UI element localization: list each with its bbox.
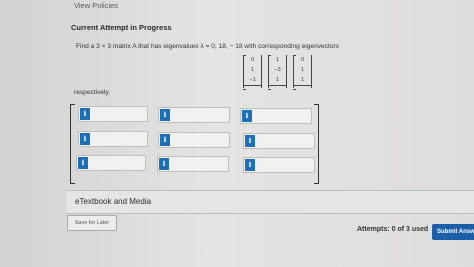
vector-entry: 1 — [275, 57, 280, 63]
vector-entry: −3 — [274, 67, 281, 73]
eigenvector-3: 0 1 1 — [293, 55, 312, 120]
attempts-counter: Attempts: 0 of 3 used — [357, 226, 429, 233]
info-icon[interactable]: i — [242, 110, 252, 122]
info-icon[interactable]: i — [78, 157, 88, 169]
matrix-cell-1-3[interactable]: i — [240, 108, 312, 124]
matrix-cell-1-1[interactable]: i — [78, 106, 148, 122]
info-icon[interactable]: i — [80, 133, 90, 145]
matrix-cell-2-2[interactable]: i — [158, 132, 230, 148]
matrix-cell-1-2[interactable]: i — [158, 107, 230, 123]
eigenvector-2: 1 −3 1 — [268, 55, 287, 120]
vector-entry: 1 — [250, 67, 255, 73]
matrix-cell-3-1[interactable]: i — [76, 155, 146, 171]
info-icon[interactable]: i — [160, 109, 170, 121]
vector-entry: 1 — [275, 77, 280, 83]
matrix-cell-3-2[interactable]: i — [157, 156, 229, 172]
eigenvector-1: 0 1 −1 — [243, 55, 262, 120]
etextbook-label[interactable]: eTextbook and Media — [75, 197, 151, 206]
question-text: Find a 3 × 3 matrix A that has eigenvalu… — [76, 43, 339, 50]
matrix-cell-2-1[interactable]: i — [78, 131, 148, 147]
etextbook-section[interactable]: eTextbook and Media — [66, 190, 474, 214]
info-icon[interactable]: i — [160, 134, 170, 146]
submit-answer-button[interactable]: Submit Answer — [432, 224, 474, 240]
attempt-title: Current Attempt in Progress — [71, 23, 172, 32]
info-icon[interactable]: i — [159, 158, 169, 170]
matrix-cell-2-3[interactable]: i — [243, 133, 315, 149]
vector-entry: 1 — [300, 67, 305, 73]
vector-entry: 1 — [300, 77, 305, 83]
page-background: View Policies Current Attempt in Progres… — [0, 0, 474, 267]
vector-entry: 0 — [300, 57, 305, 63]
vector-entry: −1 — [249, 77, 256, 83]
info-icon[interactable]: i — [245, 135, 255, 147]
view-policies-link[interactable]: View Policies — [74, 1, 118, 10]
info-icon[interactable]: i — [80, 108, 90, 120]
matrix-bracket-left — [70, 104, 75, 184]
vector-entry: 0 — [250, 57, 255, 63]
respectively-text: respectively. — [74, 89, 111, 96]
info-icon[interactable]: i — [245, 159, 255, 171]
save-for-later-button[interactable]: Save for Later — [67, 215, 117, 231]
matrix-cell-3-3[interactable]: i — [243, 157, 315, 173]
